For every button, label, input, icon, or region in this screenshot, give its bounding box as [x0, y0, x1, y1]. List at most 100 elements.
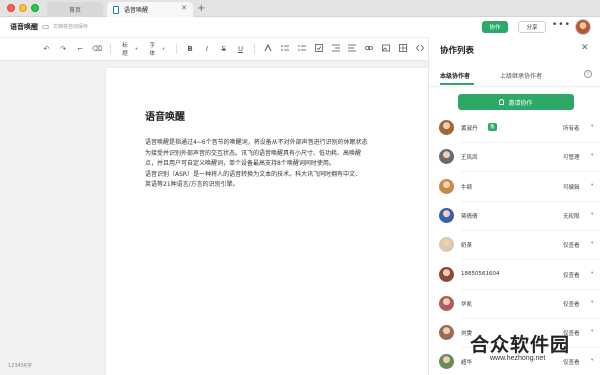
member-role-dropdown[interactable]: 仅查看 [563, 271, 580, 279]
word-count: 123456字 [8, 363, 33, 369]
collaborators-panel: 协作列表 ✕ 本级协作者 上级继承协作者 i 邀请协作 黄淑丹我所有者 ▾ 王凤凤可… [428, 37, 600, 375]
row-divider [461, 200, 600, 202]
member-avatar [439, 178, 454, 194]
chevron-down-icon[interactable]: ▾ [591, 300, 593, 305]
document-page[interactable]: 语音唤醒 语音唤醒是指通过4~6个音节的唤醒词，将设备从不对外部声音进行识别的休… [106, 68, 428, 375]
member-avatar [439, 120, 454, 135]
person-add-icon [499, 99, 505, 105]
chevron-down-icon[interactable]: ▾ [591, 153, 593, 158]
paragraph-line: 英语等21种语言/方言的识别引擎。 [145, 181, 239, 188]
text-color-icon[interactable] [260, 43, 277, 54]
close-icon[interactable]: ✕ [581, 43, 589, 53]
toolbar-divider [253, 44, 255, 54]
bullet-list-icon[interactable] [277, 44, 294, 54]
row-divider [461, 142, 600, 143]
invite-button-label: 邀请协作 [508, 99, 533, 107]
format-toolbar: ↶ ↷ ⌐ ⌫ 标题 ▾ 字体 ▾ B I S U [0, 37, 428, 61]
tab-voice-wakeup[interactable]: 语音唤醒 ✕ [107, 2, 193, 17]
member-name: 华凯 [461, 301, 473, 308]
member-row[interactable]: 18850561604 仅查看 ▾ [429, 265, 600, 285]
bold-icon[interactable]: B [182, 45, 199, 53]
heading-dropdown-label: 标题 [122, 43, 128, 57]
member-role-dropdown[interactable]: 所有者 [563, 124, 580, 132]
tab-current-collaborators[interactable]: 本级协作者 [440, 71, 470, 80]
image-icon[interactable] [378, 44, 395, 54]
tab-inherited-collaborators[interactable]: 上级继承协作者 [500, 71, 542, 80]
watermark-url: www.hezhong.net [490, 355, 546, 362]
chevron-down-icon: ▾ [162, 46, 165, 52]
undo-icon[interactable]: ↶ [38, 45, 55, 53]
collaborate-button[interactable]: 协作 [482, 21, 508, 33]
redo-icon[interactable]: ↷ [55, 45, 72, 53]
member-row[interactable]: 蒋倩倩 无权限 ▾ [429, 206, 600, 226]
paragraph-line: 语音唤醒是指通过4~6个音节的唤醒词，将设备从不对外部声音进行识别的休眠状态 [145, 139, 368, 146]
watermark-text: 合众软件园 [470, 334, 571, 356]
member-row[interactable]: 王凤凤 可管理 ▾ [429, 147, 600, 167]
divider [429, 86, 600, 87]
code-icon[interactable] [411, 44, 428, 54]
member-row[interactable]: 牛顿 可编辑 ▾ [429, 177, 600, 197]
checkbox-list-icon[interactable] [310, 44, 327, 54]
chevron-down-icon[interactable]: ▾ [591, 183, 593, 188]
minimize-window-button[interactable] [19, 4, 27, 12]
row-divider [461, 229, 600, 231]
share-button[interactable]: 分享 [518, 21, 546, 33]
format-painter-icon[interactable]: ⌐ [72, 45, 89, 53]
italic-icon[interactable]: I [198, 45, 215, 53]
member-name: 蒋倩倩 [461, 213, 478, 220]
member-name: 18850561604 [461, 270, 500, 277]
info-icon[interactable]: i [584, 70, 592, 78]
active-tab-indicator [440, 83, 474, 85]
tab-label: 语音唤醒 [124, 7, 149, 14]
member-role-dropdown[interactable]: 无权限 [563, 212, 580, 220]
row-divider [461, 288, 600, 290]
chevron-down-icon[interactable]: ▾ [591, 271, 593, 276]
user-avatar[interactable] [575, 19, 591, 35]
member-role-dropdown[interactable]: 仅查看 [563, 300, 580, 308]
row-divider [461, 317, 600, 319]
member-row[interactable]: 奶茶 仅查看 ▾ [429, 235, 600, 255]
underline-icon[interactable]: U [232, 45, 249, 53]
more-options-button[interactable]: ••• [552, 20, 571, 30]
member-avatar [439, 266, 454, 282]
new-tab-button[interactable]: + [197, 2, 205, 15]
member-avatar [439, 295, 454, 311]
member-avatar [439, 149, 454, 165]
close-window-button[interactable] [7, 4, 15, 12]
member-row[interactable]: 黄淑丹 我 所有者 ▾ [429, 118, 600, 138]
close-tab-icon[interactable]: ✕ [181, 4, 187, 12]
cloud-icon [42, 24, 49, 29]
member-row[interactable]: 华凯 仅查看 ▾ [429, 294, 600, 314]
member-name: 王凤凤 [461, 155, 478, 162]
font-dropdown[interactable]: 字体 ▾ [143, 41, 170, 57]
table-icon[interactable] [395, 44, 412, 54]
maximize-window-button[interactable] [31, 4, 39, 12]
numbered-list-icon[interactable] [294, 44, 311, 54]
toolbar-divider [175, 44, 177, 54]
document-body[interactable]: 语音唤醒是指通过4~6个音节的唤醒词，将设备从不对外部声音进行识别的休眠状态 为… [145, 138, 428, 191]
paragraph-line: 语音识别（ASR）是一种将人的语音转换为文本的技术。科大讯飞同时拥有中文、 [145, 170, 362, 178]
heading-dropdown[interactable]: 标题 ▾ [116, 41, 143, 57]
strikethrough-icon[interactable]: S [215, 45, 232, 53]
tab-label: 首页 [68, 7, 81, 14]
member-role-dropdown[interactable]: 可编辑 [563, 183, 580, 191]
align-icon[interactable] [344, 44, 361, 54]
member-name: 黄淑丹 [461, 126, 478, 132]
clear-format-icon[interactable]: ⌫ [88, 45, 105, 53]
document-icon [113, 5, 119, 14]
panel-title: 协作列表 [440, 46, 475, 56]
chevron-down-icon[interactable]: ▾ [591, 212, 593, 217]
tab-home[interactable]: 首页 [47, 2, 103, 17]
chevron-down-icon[interactable]: ▾ [591, 241, 593, 246]
member-role-dropdown[interactable]: 仅查看 [563, 241, 580, 249]
window-titlebar: 首页 语音唤醒 ✕ + [0, 0, 600, 17]
member-role-dropdown[interactable]: 可管理 [563, 153, 580, 161]
document-heading[interactable]: 语音唤醒 [145, 108, 185, 123]
invite-collaborator-button[interactable]: 邀请协作 [458, 94, 574, 110]
member-avatar [439, 237, 454, 253]
chevron-down-icon: ▾ [135, 46, 138, 52]
chevron-down-icon[interactable]: ▾ [591, 124, 593, 129]
link-icon[interactable] [361, 44, 378, 54]
indent-icon[interactable] [327, 44, 344, 54]
document-title[interactable]: 语音唤醒 [10, 22, 38, 32]
